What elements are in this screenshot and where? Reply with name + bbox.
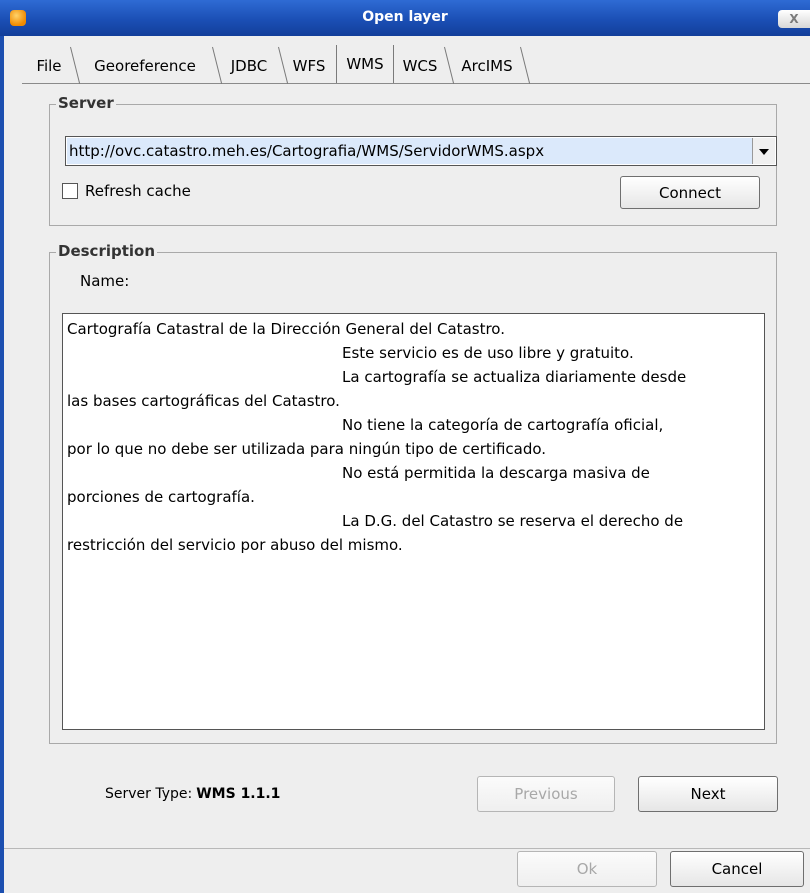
tab-label: WCS: [402, 57, 438, 75]
server-group-title: Server: [56, 94, 116, 112]
description-line: La D.G. del Catastro se reserva el derec…: [342, 512, 684, 530]
refresh-cache-checkbox[interactable]: [62, 183, 78, 199]
description-line: Cartografía Catastral de la Dirección Ge…: [67, 320, 505, 338]
tab-georeference[interactable]: Georeference: [76, 49, 214, 83]
description-line: No está permitida la descarga masiva de: [342, 464, 650, 482]
close-icon[interactable]: X: [778, 10, 810, 28]
title-bar: Open layer X: [0, 0, 810, 36]
description-textarea[interactable]: Cartografía Catastral de la Dirección Ge…: [62, 313, 765, 730]
next-button[interactable]: Next: [638, 776, 778, 812]
description-line: porciones de cartografía.: [67, 488, 255, 506]
tab-label: WMS: [346, 55, 384, 73]
previous-button[interactable]: Previous: [477, 776, 615, 812]
server-type-value: WMS 1.1.1: [196, 786, 281, 802]
tab-label: ArcIMS: [461, 57, 513, 75]
cancel-button[interactable]: Cancel: [670, 851, 804, 887]
name-label: Name:: [80, 272, 130, 290]
tab-wms[interactable]: WMS: [336, 45, 394, 83]
tab-label: JDBC: [230, 57, 268, 75]
tab-jdbc[interactable]: JDBC: [218, 49, 280, 83]
tab-wcs[interactable]: WCS: [394, 49, 446, 83]
description-group-title: Description: [56, 242, 158, 260]
connect-label: Connect: [658, 183, 722, 202]
description-line: La cartografía se actualiza diariamente …: [342, 368, 687, 386]
description-line: por lo que no debe ser utilizada para ni…: [67, 440, 547, 458]
tab-bar: File Georeference JDBC WFS WMS WCS ArcIM…: [4, 36, 810, 84]
description-line: las bases cartográficas del Catastro.: [67, 392, 340, 410]
cancel-label: Cancel: [711, 860, 763, 878]
description-line: restricción del servicio por abuso del m…: [67, 536, 403, 554]
footer-divider: [4, 848, 810, 849]
previous-label: Previous: [514, 785, 578, 803]
connect-button[interactable]: Connect: [620, 176, 760, 209]
tab-file[interactable]: File: [26, 49, 72, 83]
ok-button[interactable]: Ok: [517, 851, 657, 887]
description-line: No tiene la categoría de cartografía ofi…: [342, 416, 664, 434]
window-frame: [0, 36, 4, 893]
server-url-combobox[interactable]: http://ovc.catastro.meh.es/Cartografia/W…: [65, 136, 777, 166]
next-label: Next: [690, 785, 726, 803]
ok-label: Ok: [576, 860, 598, 878]
server-url-value: http://ovc.catastro.meh.es/Cartografia/W…: [69, 142, 545, 160]
refresh-cache-label: Refresh cache: [85, 182, 191, 200]
server-type-label: Server Type:: [105, 786, 193, 802]
tab-label: File: [36, 57, 62, 75]
tab-label: Georeference: [94, 57, 196, 75]
tab-arcims[interactable]: ArcIMS: [452, 49, 522, 83]
description-line: Este servicio es de uso libre y gratuito…: [342, 344, 634, 362]
tab-wfs[interactable]: WFS: [284, 49, 334, 83]
tab-label: WFS: [292, 57, 326, 75]
window-title: Open layer: [362, 9, 448, 25]
chevron-down-icon[interactable]: [752, 138, 775, 164]
tab-baseline: [22, 83, 810, 84]
server-type: Server Type: WMS 1.1.1: [105, 786, 280, 802]
